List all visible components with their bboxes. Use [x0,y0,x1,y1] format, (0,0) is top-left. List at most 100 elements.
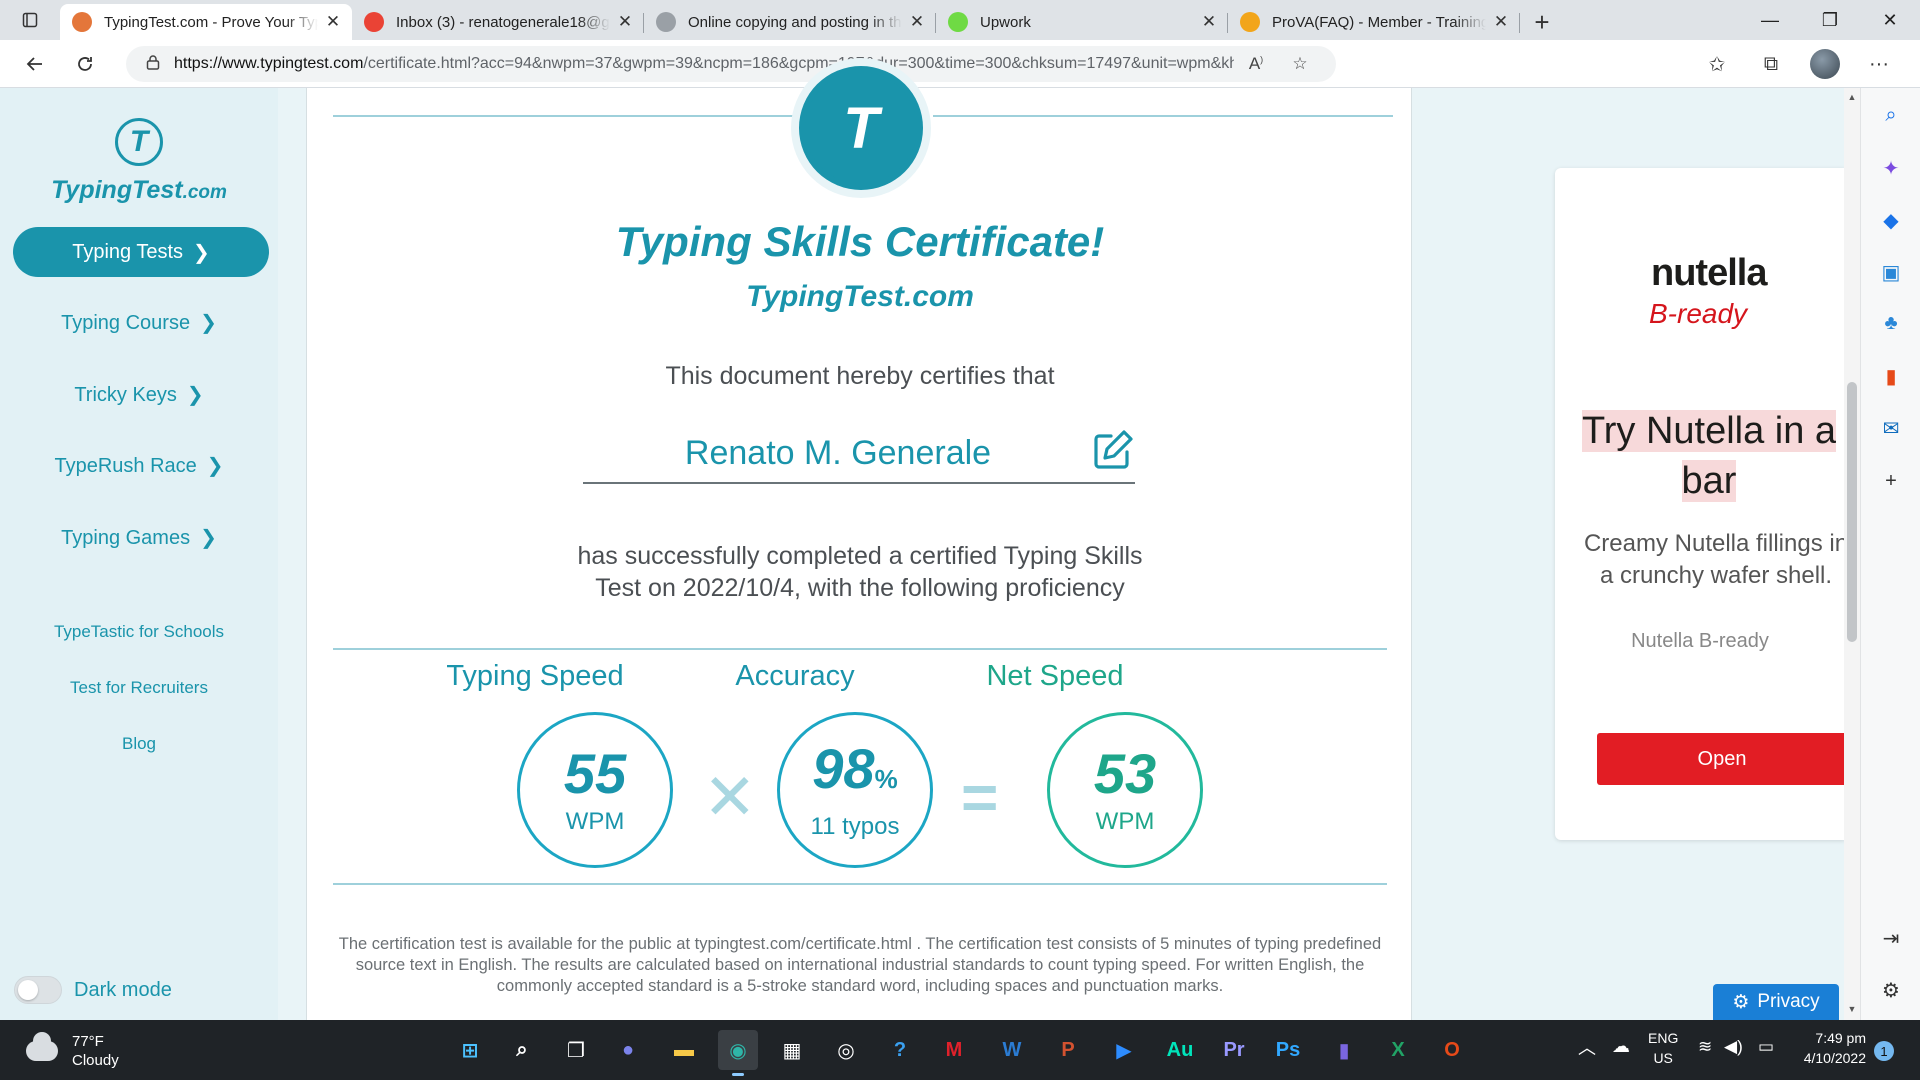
close-tab-icon[interactable]: ✕ [1492,12,1510,32]
net-speed-unit: WPM [1095,808,1155,835]
scroll-up-icon[interactable]: ▲ [1844,92,1860,102]
page-scrollbar[interactable]: ▲ ▼ [1844,88,1860,1020]
word-icon[interactable]: W [992,1030,1032,1070]
more-menu-icon[interactable]: ··· [1852,44,1906,84]
browser-tab-0[interactable]: TypingTest.com - Prove Your Typing ✕ [60,4,352,40]
scroll-down-icon[interactable]: ▼ [1844,1004,1860,1014]
tab-strip: TypingTest.com - Prove Your Typing✕Inbox… [0,0,1920,40]
net-speed-value: 53 [1093,742,1157,805]
browser-tab-3[interactable]: Upwork ✕ [936,4,1228,40]
multiply-icon: ✕ [703,761,757,833]
search-icon[interactable]: ⌕ [1861,104,1920,127]
toggle-switch[interactable] [14,976,62,1004]
favorites-icon[interactable]: ✩ [1690,44,1744,84]
wifi-icon[interactable]: ≋ [1698,1037,1712,1057]
close-tab-icon[interactable]: ✕ [616,12,634,32]
nav-typing-games[interactable]: Typing Games ❯ [0,525,278,550]
profile-avatar[interactable] [1810,49,1840,79]
edge-icon[interactable]: ◉ [718,1030,758,1076]
certificate-title: Typing Skills Certificate! [615,218,1105,265]
nav-tricky-keys[interactable]: Tricky Keys ❯ [0,382,278,407]
favorite-add-icon[interactable]: ☆ [1278,54,1322,74]
window-controls: — ❐ ✕ [1740,0,1920,40]
tab-actions-button[interactable] [0,0,60,40]
nav-typetastic-schools[interactable]: TypeTastic for Schools [0,622,278,642]
nutella-ad[interactable]: nutella B-ready Try Nutella in a bar Crea… [1555,168,1845,840]
office-icon[interactable]: O [1432,1030,1472,1070]
settings-gear-icon[interactable]: ⚙ [1861,978,1920,1003]
site-logo-text[interactable]: TypingTest.com [0,176,278,205]
new-tab-button[interactable]: + [1520,4,1564,40]
audition-icon[interactable]: Au [1160,1030,1200,1070]
weather-widget[interactable]: 77°F Cloudy [26,1032,119,1070]
games-icon[interactable]: ♣ [1861,312,1920,335]
office-icon[interactable]: ▮ [1861,364,1920,389]
nav-typing-course[interactable]: Typing Course ❯ [0,310,278,335]
read-aloud-icon[interactable]: A) [1234,54,1278,74]
excel-icon[interactable]: X [1378,1030,1418,1070]
tray-chevron-up-icon[interactable]: ︿ [1578,1038,1596,1058]
sidebar-collapse-icon[interactable]: ⇥ [1861,926,1920,951]
browser-tab-2[interactable]: Online copying and posting in the ✕ [644,4,936,40]
close-tab-icon[interactable]: ✕ [324,12,342,32]
start-button[interactable]: ⊞ [450,1030,490,1070]
zoom-icon[interactable]: ▶ [1104,1030,1144,1070]
tools-icon[interactable]: ▣ [1861,260,1920,285]
file-explorer-icon[interactable]: ▬ [664,1030,704,1070]
tab-actions-icon [22,12,38,28]
typing-speed-value: 55 [563,742,627,805]
dark-mode-toggle[interactable]: Dark mode [14,976,172,1004]
volume-icon[interactable]: ◀) [1724,1037,1743,1057]
photoshop-icon[interactable]: Ps [1268,1030,1308,1070]
nav-test-recruiters[interactable]: Test for Recruiters [0,678,278,698]
collections-icon[interactable]: ⧉ [1744,44,1798,84]
language-indicator[interactable]: ENG US [1648,1028,1678,1068]
typo-count: 11 typos [810,813,900,840]
outlook-icon[interactable]: ✉ [1861,416,1920,441]
notification-badge[interactable]: 1 [1874,1041,1894,1061]
edit-icon[interactable] [1091,428,1135,472]
close-tab-icon[interactable]: ✕ [908,12,926,32]
copilot-sparkle-icon[interactable]: ✦ [1861,156,1920,181]
shopping-tag-icon[interactable]: ◆ [1861,208,1920,233]
privacy-button[interactable]: ⚙ Privacy [1713,984,1839,1020]
certificate-footnote: The certification test is available for … [338,935,1382,995]
battery-icon[interactable]: ▭ [1758,1037,1774,1057]
onenote-icon[interactable]: ▮ [1324,1030,1364,1070]
certificate-name-field[interactable]: Renato M. Generale [583,426,1135,484]
certificate-name: Renato M. Generale [684,434,992,472]
app-icon-circle[interactable]: ◎ [826,1030,866,1070]
typingtest-favicon [72,12,92,32]
onedrive-cloud-icon[interactable]: ☁ [1612,1036,1630,1056]
browser-tab-4[interactable]: ProVA(FAQ) - Member - Training ✕ [1228,4,1520,40]
scroll-thumb[interactable] [1847,382,1857,642]
store-icon[interactable]: ▦ [772,1030,812,1070]
premiere-icon[interactable]: Pr [1214,1030,1254,1070]
ad-open-button[interactable]: Open [1597,733,1845,785]
nav-typerush-race[interactable]: TypeRush Race ❯ [0,453,278,478]
close-window-button[interactable]: ✕ [1860,0,1920,40]
restore-button[interactable]: ❐ [1800,0,1860,40]
url-input[interactable]: https://www.typingtest.com/certificate.h… [126,46,1336,82]
powerpoint-icon[interactable]: P [1048,1030,1088,1070]
nav-typing-tests[interactable]: Typing Tests ❯ [13,227,269,277]
accuracy-label: Accuracy [735,660,855,692]
typingtest-logo-icon[interactable]: T [115,118,163,166]
taskbar: 77°F Cloudy ⊞ ⌕ ❐ ● ▬ ◉ ▦ ◎? M W P ▶ Au Pr Ps ▮ X O ︿ ☁ EN… [0,1020,1920,1080]
teams-chat-icon[interactable]: ● [608,1030,648,1070]
mcafee-icon[interactable]: M [934,1030,974,1070]
refresh-button[interactable] [60,44,110,84]
minimize-button[interactable]: — [1740,0,1800,40]
nav-blog[interactable]: Blog [0,734,278,754]
clock[interactable]: 7:49 pm 4/10/2022 [1796,1028,1866,1068]
add-sidebar-icon[interactable]: + [1861,470,1920,493]
certificate-panel: T Typing Skills Certificate! TypingTest.… [306,58,1412,1020]
browser-tab-1[interactable]: Inbox (3) - renatogenerale18@gmail.com ✕ [352,4,644,40]
typing-speed-unit: WPM [565,808,625,835]
task-view-icon[interactable]: ❐ [556,1030,596,1070]
search-icon[interactable]: ⌕ [502,1030,542,1070]
prova-favicon [1240,12,1260,32]
close-tab-icon[interactable]: ✕ [1200,12,1218,32]
back-button[interactable] [10,44,60,84]
help-icon[interactable]: ? [880,1030,920,1070]
